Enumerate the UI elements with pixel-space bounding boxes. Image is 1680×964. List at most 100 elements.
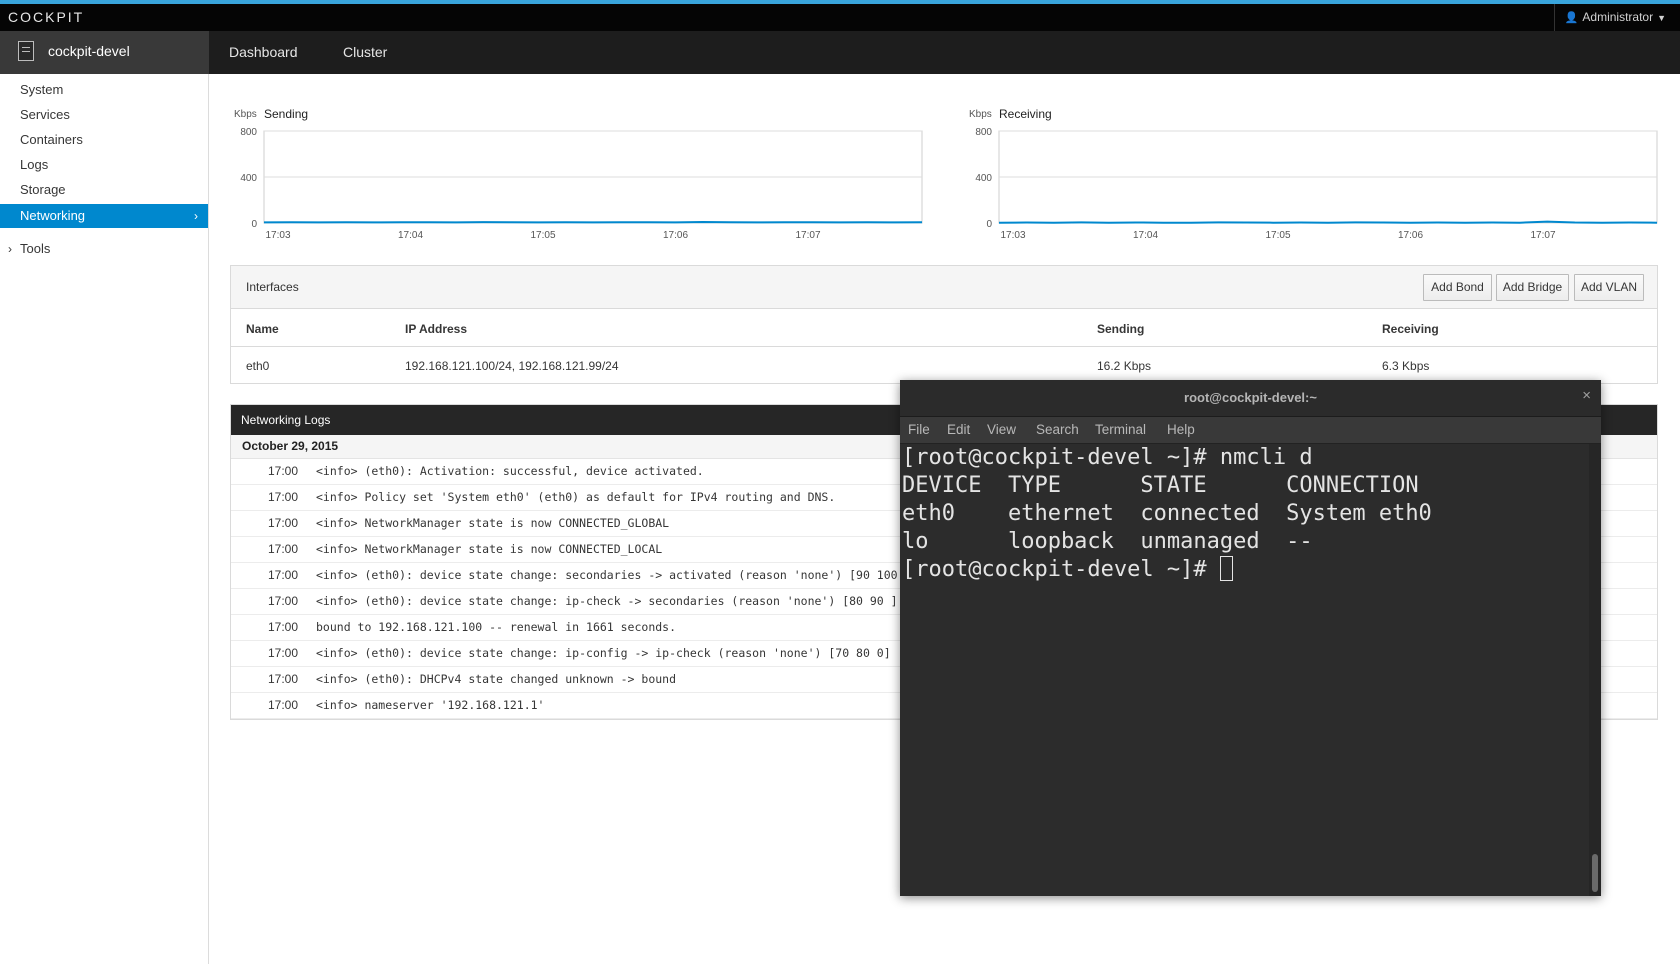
sidebar-item-containers[interactable]: Containers xyxy=(0,128,208,152)
y-tick-label: 0 xyxy=(986,219,992,230)
log-message: <info> (eth0): device state change: seco… xyxy=(316,568,898,582)
y-tick-label: 0 xyxy=(251,219,257,230)
log-message: <info> (eth0): DHCPv4 state changed unkn… xyxy=(316,672,677,686)
logs-title: Networking Logs xyxy=(241,413,331,427)
menu-search[interactable]: Search xyxy=(1036,422,1079,437)
sidebar-item-tools[interactable]: › Tools xyxy=(0,237,208,261)
log-time: 17:00 xyxy=(268,490,299,504)
terminal-scrollbar[interactable] xyxy=(1589,444,1601,896)
menu-edit[interactable]: Edit xyxy=(947,422,970,437)
chart-title: Sending xyxy=(264,107,309,121)
terminal-titlebar[interactable]: root@cockpit-devel:~ × xyxy=(900,380,1601,417)
log-time: 17:00 xyxy=(268,542,299,556)
chart-unit: Kbps xyxy=(234,109,257,120)
y-tick-label: 400 xyxy=(975,173,992,184)
chart-unit: Kbps xyxy=(969,109,992,120)
menu-view[interactable]: View xyxy=(987,422,1016,437)
log-date: October 29, 2015 xyxy=(242,439,339,453)
terminal-title: root@cockpit-devel:~ xyxy=(1184,390,1317,405)
x-tick-label: 17:07 xyxy=(1530,230,1555,241)
host-name: cockpit-devel xyxy=(48,43,130,59)
log-time: 17:00 xyxy=(268,672,299,686)
menu-help[interactable]: Help xyxy=(1167,422,1195,437)
user-icon: 👤 xyxy=(1564,12,1579,24)
log-message: <info> nameserver '192.168.121.1' xyxy=(316,698,545,712)
log-message: <info> NetworkManager state is now CONNE… xyxy=(316,516,670,530)
log-message: <info> Policy set 'System eth0' (eth0) a… xyxy=(316,490,836,504)
sidebar-item-label: Networking xyxy=(20,208,86,223)
column-header-sending: Sending xyxy=(1097,322,1145,336)
y-tick-label: 800 xyxy=(240,127,257,138)
terminal-prompt-line: [root@cockpit-devel ~]# xyxy=(902,556,1233,584)
log-time: 17:00 xyxy=(268,568,299,582)
interface-ip: 192.168.121.100/24, 192.168.121.99/24 xyxy=(405,359,619,373)
log-time: 17:00 xyxy=(268,646,299,660)
terminal-prompt: [root@cockpit-devel ~]# xyxy=(902,557,1220,582)
caret-down-icon: ▼ xyxy=(1657,13,1666,23)
brand-logo: COCKPIT xyxy=(8,9,85,25)
terminal-screen[interactable]: [root@cockpit-devel ~]# nmcli d DEVICE T… xyxy=(900,444,1589,896)
sidebar-item-label: Tools xyxy=(20,241,51,256)
x-tick-label: 17:03 xyxy=(265,230,290,241)
terminal-cursor xyxy=(1219,556,1233,581)
log-message: <info> (eth0): device state change: ip-c… xyxy=(316,646,891,660)
x-tick-label: 17:05 xyxy=(530,230,555,241)
y-tick-label: 400 xyxy=(240,173,257,184)
terminal-menubar: File Edit View Search Terminal Help xyxy=(900,417,1601,444)
menu-file[interactable]: File xyxy=(908,422,930,437)
tab-cluster[interactable]: Cluster xyxy=(343,44,387,60)
chevron-right-icon: › xyxy=(8,242,12,256)
x-tick-label: 17:07 xyxy=(795,230,820,241)
close-icon[interactable]: × xyxy=(1582,387,1591,404)
terminal-line: DEVICE TYPE STATE CONNECTION xyxy=(902,473,1419,498)
add-vlan-button[interactable]: Add VLAN xyxy=(1574,274,1644,301)
menu-terminal[interactable]: Terminal xyxy=(1095,422,1146,437)
server-icon xyxy=(18,41,34,61)
interfaces-panel: Interfaces Add Bond Add Bridge Add VLAN … xyxy=(230,265,1658,384)
chart-title: Receiving xyxy=(999,107,1052,121)
divider xyxy=(231,346,1657,347)
receiving-chart: Kbps Receiving 800 400 0 17:03 17:04 17:05 17:… xyxy=(969,104,1669,249)
add-bond-button[interactable]: Add Bond xyxy=(1423,274,1492,301)
y-tick-label: 800 xyxy=(975,127,992,138)
series-line xyxy=(998,220,1658,224)
log-message: <info> NetworkManager state is now CONNE… xyxy=(316,542,663,556)
user-menu[interactable]: 👤 Administrator ▼ xyxy=(1553,4,1680,31)
log-time: 17:00 xyxy=(268,698,299,712)
column-header-receiving: Receiving xyxy=(1382,322,1439,336)
log-time: 17:00 xyxy=(268,464,299,478)
interface-name[interactable]: eth0 xyxy=(246,359,269,373)
terminal-line: lo loopback unmanaged -- xyxy=(902,529,1313,554)
terminal-window[interactable]: root@cockpit-devel:~ × File Edit View Se… xyxy=(900,380,1601,896)
scrollbar-thumb[interactable] xyxy=(1592,854,1598,892)
interface-sending: 16.2 Kbps xyxy=(1097,359,1152,373)
sidebar-item-networking[interactable]: Networking › xyxy=(0,204,208,228)
tab-dashboard[interactable]: Dashboard xyxy=(229,44,298,60)
interface-receiving: 6.3 Kbps xyxy=(1382,359,1430,373)
x-tick-label: 17:03 xyxy=(1000,230,1025,241)
sidebar-item-services[interactable]: Services xyxy=(0,103,208,127)
host-switcher[interactable]: cockpit-devel xyxy=(0,31,209,74)
top-bar: COCKPIT 👤 Administrator ▼ xyxy=(0,0,1680,31)
sending-chart-plot: 800 400 0 17:03 17:04 17:05 17:06 17:07 xyxy=(240,127,923,241)
sidebar-item-logs[interactable]: Logs xyxy=(0,153,208,177)
user-name: Administrator xyxy=(1582,10,1654,24)
sidebar: System Services Containers Logs Storage … xyxy=(0,74,209,964)
receiving-chart-plot: 800 400 0 17:03 17:04 17:05 17:06 17:07 xyxy=(975,127,1658,241)
log-message: bound to 192.168.121.100 -- renewal in 1… xyxy=(316,620,677,634)
terminal-line: [root@cockpit-devel ~]# nmcli d xyxy=(902,445,1313,470)
sidebar-item-storage[interactable]: Storage xyxy=(0,178,208,202)
log-time: 17:00 xyxy=(268,620,299,634)
log-message: <info> (eth0): Activation: successful, d… xyxy=(316,464,704,478)
add-bridge-button[interactable]: Add Bridge xyxy=(1496,274,1569,301)
x-tick-label: 17:04 xyxy=(398,230,423,241)
log-time: 17:00 xyxy=(268,594,299,608)
panel-heading: Interfaces Add Bond Add Bridge Add VLAN xyxy=(231,266,1657,309)
x-tick-label: 17:05 xyxy=(1265,230,1290,241)
column-header-name: Name xyxy=(246,322,279,336)
sending-chart: Kbps Sending 800 400 0 17:03 17:04 17:05 17:06… xyxy=(234,104,934,249)
sidebar-item-system[interactable]: System xyxy=(0,78,208,102)
panel-title: Interfaces xyxy=(246,280,299,294)
nav-bar: cockpit-devel Dashboard Cluster xyxy=(0,31,1680,74)
x-tick-label: 17:04 xyxy=(1133,230,1158,241)
